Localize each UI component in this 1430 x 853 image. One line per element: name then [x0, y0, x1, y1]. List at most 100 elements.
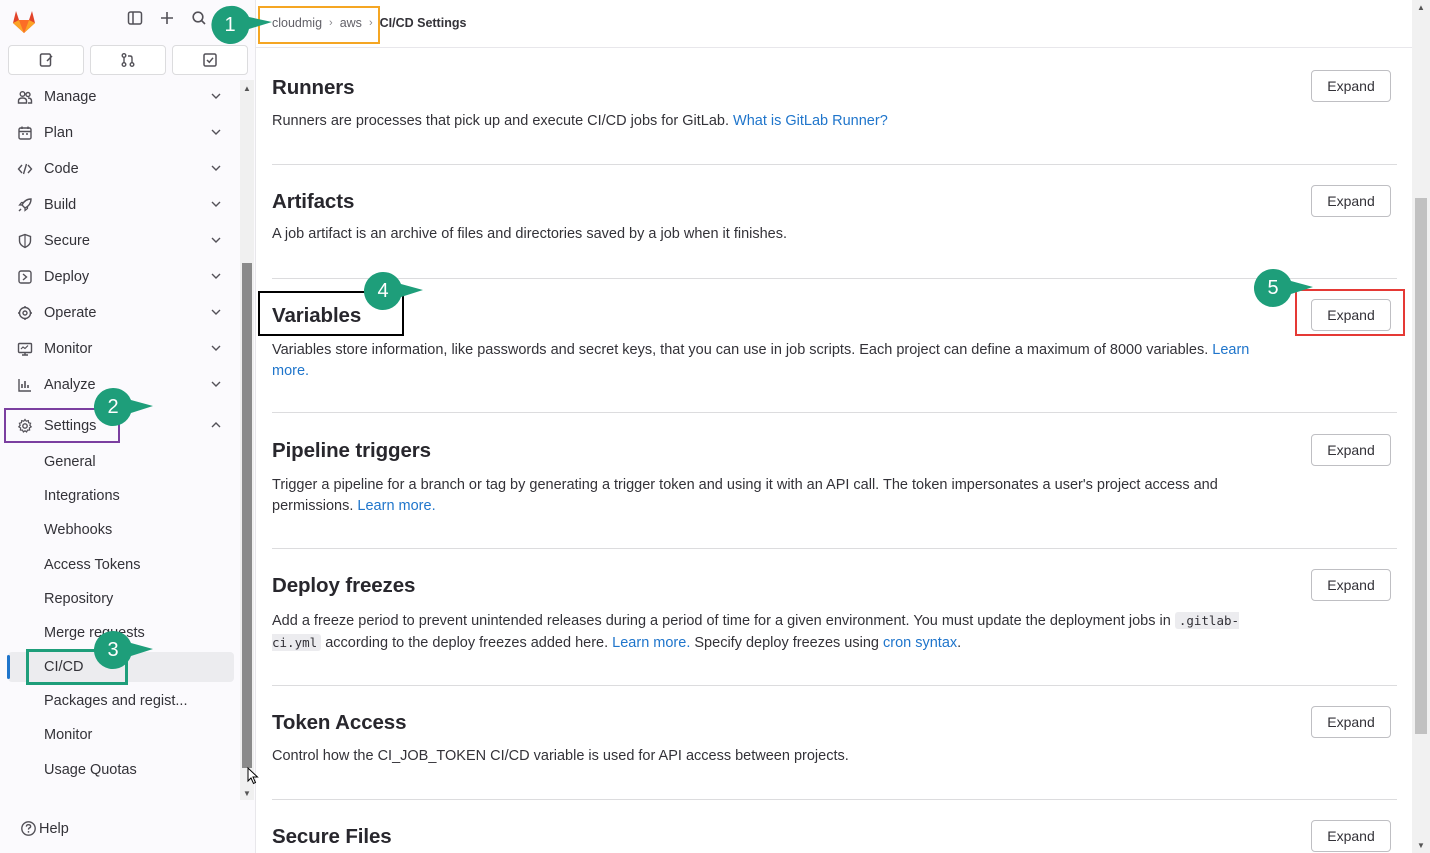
scroll-up-arrow-icon[interactable]: ▲ [1417, 3, 1425, 12]
nav-item-monitor[interactable]: Monitor [8, 333, 234, 365]
expand-pipeline-triggers-button[interactable]: Expand [1311, 434, 1391, 466]
section-description: Variables store information, like passwo… [272, 340, 1282, 382]
expand-runners-button[interactable]: Expand [1311, 70, 1391, 102]
nav-item-deploy[interactable]: Deploy [8, 261, 234, 293]
step-badge-3: 3 [91, 628, 153, 672]
description-text: Variables store information, like passwo… [272, 342, 1209, 358]
step-number: 2 [107, 396, 119, 418]
help-button[interactable]: Help [20, 820, 69, 837]
expand-secure-files-button[interactable]: Expand [1311, 820, 1391, 852]
help-label: Help [39, 820, 69, 837]
expand-token-access-button[interactable]: Expand [1311, 706, 1391, 738]
main-scrollbar-thumb[interactable] [1415, 198, 1427, 734]
sidebar-item-repository[interactable]: Repository [8, 584, 234, 614]
nav-item-secure[interactable]: Secure [8, 225, 234, 257]
nav-item-label: Analyze [44, 377, 96, 393]
chevron-down-icon [211, 129, 221, 135]
section-title: Variables [272, 304, 362, 327]
chevron-up-icon [211, 422, 221, 428]
section-title: Secure Files [272, 825, 392, 848]
expand-artifacts-button[interactable]: Expand [1311, 185, 1391, 217]
section-title: Token Access [272, 711, 407, 734]
section-title: Runners [272, 76, 355, 99]
breadcrumb-current[interactable]: CI/CD Settings [380, 16, 467, 30]
learn-more-link[interactable]: Learn more. [612, 635, 690, 651]
nav-item-label: Build [44, 197, 77, 213]
gitlab-logo-icon[interactable] [10, 8, 38, 34]
section-description: Add a freeze period to prevent unintende… [272, 610, 1282, 654]
step-number: 4 [377, 280, 389, 302]
sidebar-scrollbar[interactable]: ▲ ▼ [240, 80, 254, 800]
header-divider [256, 47, 1412, 48]
sidebar-item-integrations[interactable]: Integrations [8, 481, 234, 511]
cron-syntax-link[interactable]: cron syntax [883, 635, 957, 651]
nav-item-code[interactable]: Code [8, 153, 234, 185]
sidebar-item-webhooks[interactable]: Webhooks [8, 515, 234, 545]
section-title: Deploy freezes [272, 574, 416, 597]
highlight-box-expand [1295, 289, 1405, 336]
section-deploy-freezes: Deploy freezes Add a freeze period to pr… [272, 574, 1397, 654]
nav-item-label: Secure [44, 233, 90, 249]
sidebar-item-packages[interactable]: Packages and regist... [8, 686, 234, 716]
step-number: 5 [1267, 277, 1279, 299]
nav-item-manage[interactable]: Manage [8, 81, 234, 113]
expand-deploy-freezes-button[interactable]: Expand [1311, 569, 1391, 601]
section-description: Control how the CI_JOB_TOKEN CI/CD varia… [272, 748, 849, 764]
todos-button[interactable] [172, 45, 248, 75]
step-number: 3 [107, 639, 119, 661]
section-title: Pipeline triggers [272, 439, 431, 462]
rocket-icon [16, 196, 34, 214]
step-badge-1: 1 [208, 3, 272, 47]
section-secure-files: Secure Files [272, 825, 1397, 849]
highlight-box-breadcrumb [258, 6, 380, 44]
section-description: A job artifact is an archive of files an… [272, 226, 788, 242]
section-divider [272, 685, 1397, 686]
scroll-down-arrow-icon[interactable]: ▼ [1417, 841, 1425, 850]
chevron-down-icon [211, 273, 221, 279]
chevron-down-icon [211, 309, 221, 315]
users-icon [16, 88, 34, 106]
section-divider [272, 164, 1397, 165]
sidebar-toggle-icon[interactable] [125, 10, 145, 30]
nav-item-label: Code [44, 161, 79, 177]
sidebar-item-access-tokens[interactable]: Access Tokens [8, 550, 234, 580]
issues-icon [39, 53, 53, 67]
merge-requests-button[interactable] [90, 45, 166, 75]
calendar-icon [16, 124, 34, 142]
issues-button[interactable] [8, 45, 84, 75]
nav-item-build[interactable]: Build [8, 189, 234, 221]
sidebar-item-usage-quotas[interactable]: Usage Quotas [8, 755, 234, 785]
section-title: Artifacts [272, 190, 355, 213]
description-text: according to the deploy freezes added he… [325, 635, 609, 651]
nav-item-label: Operate [44, 305, 97, 321]
sidebar-item-monitor[interactable]: Monitor [8, 720, 234, 750]
runner-help-link[interactable]: What is GitLab Runner? [733, 113, 888, 129]
section-description: Runners are processes that pick up and e… [272, 111, 1282, 132]
active-indicator [7, 655, 10, 679]
description-text: Specify deploy freezes using [694, 635, 879, 651]
nav-item-label: Monitor [44, 341, 93, 357]
plus-icon[interactable] [157, 10, 177, 30]
sidebar-item-general[interactable]: General [8, 447, 234, 477]
scroll-up-arrow-icon[interactable]: ▲ [243, 84, 251, 93]
search-icon[interactable] [189, 10, 209, 30]
nav-item-label: Plan [44, 125, 74, 141]
learn-more-link[interactable]: Learn more. [357, 498, 435, 514]
section-divider [272, 548, 1397, 549]
nav-item-plan[interactable]: Plan [8, 117, 234, 149]
sidebar-shortcut-group [8, 45, 248, 75]
step-badge-2: 2 [91, 385, 153, 429]
section-pipeline-triggers: Pipeline triggers Trigger a pipeline for… [272, 439, 1397, 517]
nav-item-label: Manage [44, 89, 97, 105]
help-icon [21, 821, 36, 836]
section-description: Trigger a pipeline for a branch or tag b… [272, 475, 1282, 517]
code-icon [16, 160, 34, 178]
scroll-down-arrow-icon[interactable]: ▼ [243, 789, 251, 798]
nav-item-label: Deploy [44, 269, 90, 285]
main-scrollbar[interactable]: ▲ ▼ [1412, 0, 1430, 853]
section-artifacts: Artifacts A job artifact is an archive o… [272, 190, 1397, 245]
nav-item-operate[interactable]: Operate [8, 297, 234, 329]
description-text: Add a freeze period to prevent unintende… [272, 613, 1171, 629]
section-token-access: Token Access Control how the CI_JOB_TOKE… [272, 711, 1397, 767]
sidebar-scrollbar-thumb[interactable] [242, 263, 252, 768]
